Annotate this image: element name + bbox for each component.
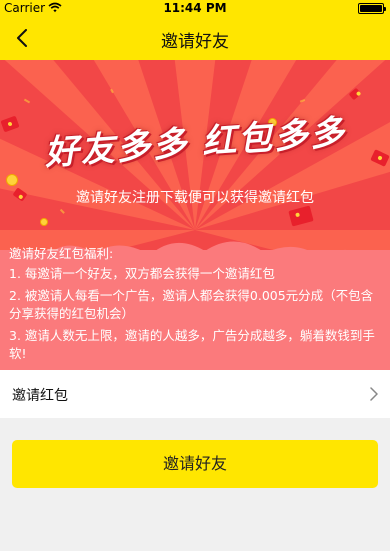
benefits-panel: 邀请好友红包福利: 1. 每邀请一个好友，双方都会获得一个邀请红包 2. 被邀请…: [0, 246, 390, 370]
benefit-item: 3. 邀请人数无上限，邀请的人越多，广告分成越多，躺着数钱到手: [9, 328, 375, 343]
invite-red-packet-row[interactable]: 邀请红包: [0, 370, 390, 418]
chevron-right-icon: [370, 387, 378, 401]
benefit-item: 软!: [9, 346, 27, 361]
benefit-item: 分享获得的红包机会）: [9, 306, 135, 321]
banner-subtitle: 邀请好友注册下载便可以获得邀请红包: [76, 190, 314, 206]
status-bar: Carrier 11:44 PM: [0, 0, 390, 16]
nav-bar: 邀请好友: [0, 16, 390, 60]
invite-friend-button[interactable]: 邀请好友: [12, 440, 378, 488]
invite-row-label: 邀请红包: [12, 388, 68, 404]
battery-icon: [358, 3, 386, 14]
benefit-item: 2. 被邀请人每看一个广告，邀请人都会获得0.005元分成（不包含: [9, 288, 374, 303]
benefit-item: 1. 每邀请一个好友，双方都会获得一个邀请红包: [9, 266, 275, 281]
page-title: 邀请好友: [161, 32, 229, 52]
benefits-heading: 邀请好友红包福利:: [9, 246, 114, 261]
status-time: 11:44 PM: [163, 1, 227, 15]
